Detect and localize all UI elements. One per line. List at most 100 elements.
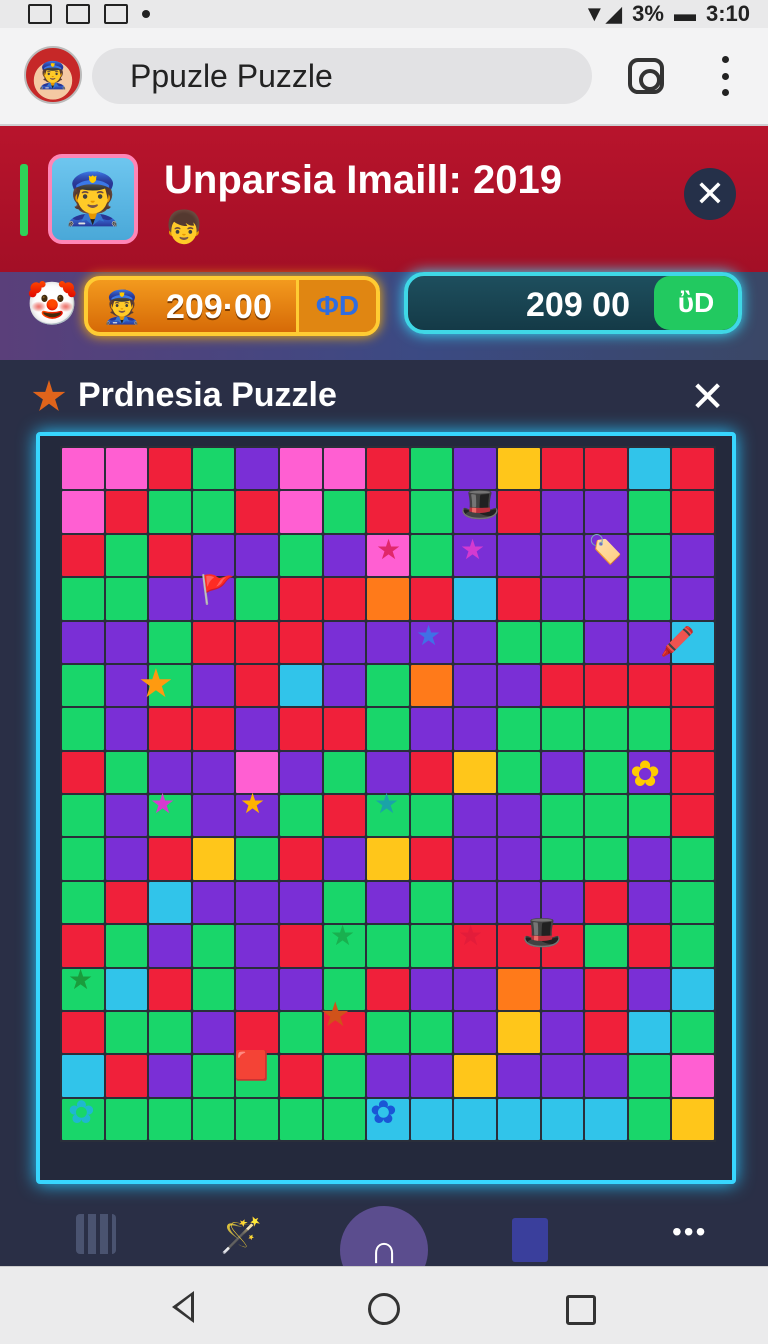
red-block-piece[interactable]: 🟥 [234, 1052, 269, 1080]
board-cell[interactable] [149, 491, 191, 533]
board-cell[interactable] [62, 925, 104, 967]
board-cell[interactable] [62, 578, 104, 620]
board-cell[interactable] [236, 491, 278, 533]
teal-star-piece[interactable]: ★ [374, 790, 399, 818]
board-cell[interactable] [585, 664, 627, 707]
board-cell[interactable] [672, 795, 714, 837]
board-cell[interactable] [62, 491, 104, 533]
board-cell[interactable] [192, 795, 235, 837]
board-cell[interactable] [497, 578, 540, 620]
board-cell[interactable] [497, 1011, 540, 1054]
board-cell[interactable] [454, 838, 496, 880]
board-cell[interactable] [454, 1098, 496, 1140]
board-cell[interactable] [497, 1098, 540, 1140]
board-cell[interactable] [236, 621, 278, 663]
board-cell[interactable] [192, 925, 235, 967]
board-cell[interactable] [192, 534, 235, 577]
board-cell[interactable] [367, 751, 409, 793]
board-cell[interactable] [497, 491, 540, 533]
board-cell[interactable] [149, 968, 191, 1010]
board-cell[interactable] [149, 838, 191, 880]
board-cell[interactable] [105, 881, 148, 924]
board-cell[interactable] [367, 664, 409, 707]
board-cell[interactable] [541, 1098, 584, 1140]
board-cell[interactable] [323, 708, 366, 750]
board-cell[interactable] [672, 968, 714, 1010]
board-cell[interactable] [541, 838, 584, 880]
board-cell[interactable] [105, 1011, 148, 1054]
board-cell[interactable] [410, 968, 453, 1010]
board-cell[interactable] [323, 881, 366, 924]
board-cell[interactable] [192, 448, 235, 490]
board-cell[interactable] [585, 1011, 627, 1054]
board-cell[interactable] [279, 968, 322, 1010]
board-cell[interactable] [62, 1055, 104, 1097]
board-cell[interactable] [149, 751, 191, 793]
board-cell[interactable] [279, 491, 322, 533]
board-cell[interactable] [105, 491, 148, 533]
board-cell[interactable] [149, 881, 191, 924]
board-cell[interactable] [628, 534, 671, 577]
board-cell[interactable] [323, 491, 366, 533]
board-cell[interactable] [279, 795, 322, 837]
board-cell[interactable] [541, 708, 584, 750]
board-cell[interactable] [236, 534, 278, 577]
board-cell[interactable] [149, 1011, 191, 1054]
rust-star-piece[interactable]: ★ [320, 998, 350, 1032]
board-cell[interactable] [105, 925, 148, 967]
yellow-blob-piece[interactable]: ✿ [630, 756, 660, 792]
board-cell[interactable] [192, 621, 235, 663]
board-cell[interactable] [628, 795, 671, 837]
red-star-piece[interactable]: ★ [458, 922, 483, 950]
board-cell[interactable] [454, 795, 496, 837]
board-cell[interactable] [585, 968, 627, 1010]
board-cell[interactable] [279, 448, 322, 490]
board-cell[interactable] [628, 448, 671, 490]
board-cell[interactable] [585, 1098, 627, 1140]
board-cell[interactable] [149, 578, 191, 620]
board-cell[interactable] [323, 1055, 366, 1097]
board-cell[interactable] [192, 968, 235, 1010]
board-cell[interactable] [410, 881, 453, 924]
board-cell[interactable] [236, 925, 278, 967]
board-cell[interactable] [628, 838, 671, 880]
board-cell[interactable] [672, 1098, 714, 1140]
board-cell[interactable] [454, 708, 496, 750]
board-cell[interactable] [410, 751, 453, 793]
coin-add-button[interactable]: ΦD [296, 280, 376, 332]
board-cell[interactable] [323, 1098, 366, 1140]
board-cell[interactable] [410, 534, 453, 577]
board-cell[interactable] [236, 968, 278, 1010]
board-cell[interactable] [367, 1055, 409, 1097]
board-cell[interactable] [497, 751, 540, 793]
board-cell[interactable] [149, 1098, 191, 1140]
board-cell[interactable] [410, 664, 453, 707]
camera-icon[interactable] [628, 58, 664, 94]
board-cell[interactable] [279, 621, 322, 663]
board-cell[interactable] [628, 1098, 671, 1140]
profile-avatar[interactable]: 👮 [24, 46, 82, 104]
board-cell[interactable] [585, 795, 627, 837]
board-cell[interactable] [410, 491, 453, 533]
board-cell[interactable] [279, 708, 322, 750]
magenta-star-piece[interactable]: ★ [460, 536, 485, 564]
board-cell[interactable] [628, 664, 671, 707]
board-cell[interactable] [497, 534, 540, 577]
board-cell[interactable] [236, 448, 278, 490]
hat-tab-icon[interactable] [512, 1218, 548, 1262]
cyan-blob-piece[interactable]: ✿ [68, 1096, 95, 1128]
gem-add-button[interactable]: ὒD [654, 276, 738, 330]
board-cell[interactable] [192, 1098, 235, 1140]
board-cell[interactable] [62, 534, 104, 577]
board-cell[interactable] [585, 708, 627, 750]
board-cell[interactable] [672, 708, 714, 750]
board-cell[interactable] [541, 968, 584, 1010]
red-flag-piece[interactable]: 🚩 [200, 576, 235, 604]
home-icon[interactable] [368, 1293, 400, 1325]
board-cell[interactable] [497, 448, 540, 490]
board-cell[interactable] [541, 578, 584, 620]
board-cell[interactable] [454, 968, 496, 1010]
top-hat-piece[interactable]: 🎩 [460, 488, 500, 520]
board-cell[interactable] [105, 1098, 148, 1140]
gem-counter[interactable]: 209 00 ὒD [404, 272, 742, 334]
